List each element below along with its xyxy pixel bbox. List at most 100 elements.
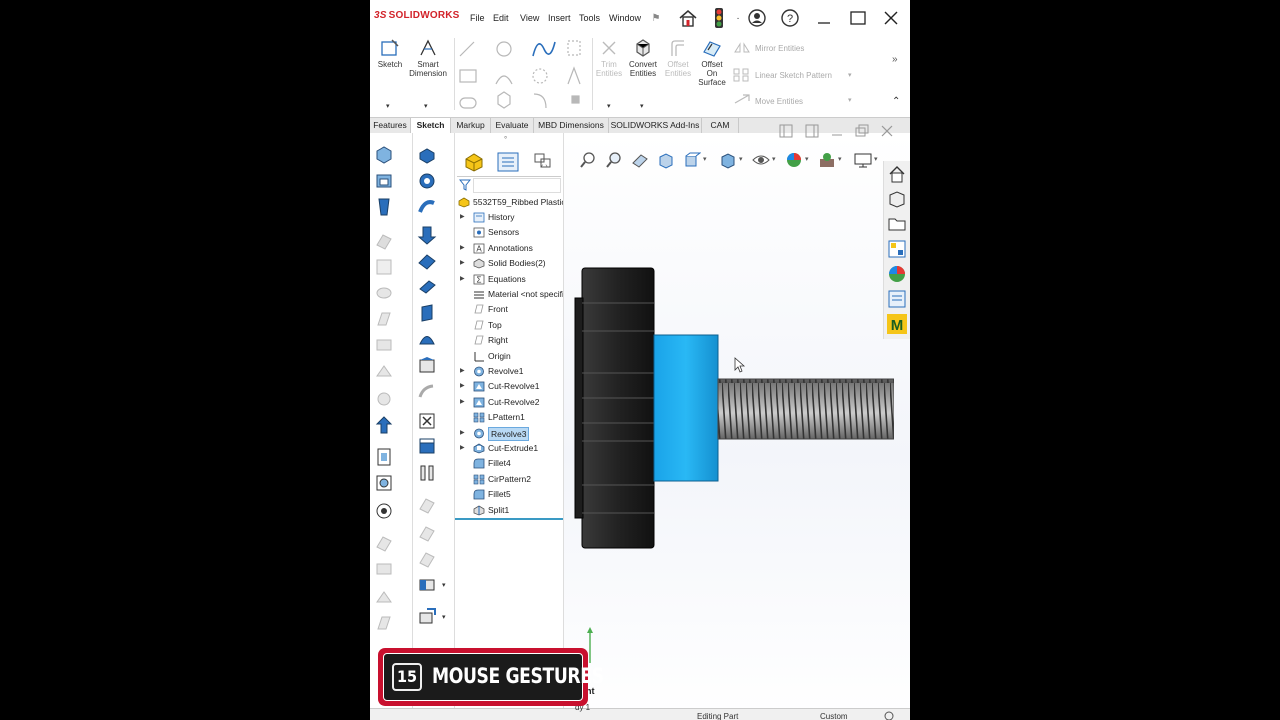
menu-edit[interactable]: Edit bbox=[493, 13, 509, 23]
mold-tools-icon[interactable] bbox=[374, 559, 394, 579]
tree-item-solid-bodies-2[interactable]: ▶ Solid Bodies(2) bbox=[455, 256, 563, 271]
tree-item-revolve3[interactable]: ▶ Revolve3 bbox=[455, 426, 563, 441]
curves-icon[interactable] bbox=[374, 447, 394, 467]
panel-handle-icon[interactable]: ° bbox=[504, 135, 507, 144]
expand-arrow-icon[interactable]: ▶ bbox=[460, 395, 465, 410]
knob-3d-model[interactable] bbox=[572, 263, 894, 553]
sweep-icon[interactable] bbox=[417, 197, 437, 217]
split-dropdown-icon[interactable]: ▾ bbox=[442, 581, 446, 589]
tab-features[interactable]: Features bbox=[370, 118, 411, 133]
tree-item-material-not-specified[interactable]: Material <not specified> bbox=[455, 287, 563, 302]
tile-left-icon[interactable] bbox=[778, 124, 794, 138]
section-view-icon[interactable] bbox=[657, 151, 675, 169]
linear-pattern-dropdown-icon[interactable]: ▾ bbox=[848, 71, 852, 79]
extrude-icon[interactable] bbox=[417, 145, 437, 165]
shell-icon[interactable] bbox=[417, 303, 437, 323]
extruded-boss-icon[interactable] bbox=[374, 145, 394, 165]
tree-root-part[interactable]: 5532T59_Ribbed Plastic bbox=[455, 195, 563, 210]
insert-dropdown-icon[interactable]: ▾ bbox=[442, 613, 446, 621]
property-manager-tab-icon[interactable] bbox=[497, 152, 519, 172]
menu-insert[interactable]: Insert bbox=[548, 13, 571, 23]
solidworks-resources-icon[interactable] bbox=[887, 164, 907, 184]
rollback-bar[interactable] bbox=[455, 518, 563, 520]
selected-hub-face[interactable] bbox=[653, 334, 719, 482]
boundary-icon[interactable] bbox=[374, 257, 394, 277]
offset-on-surface-button[interactable]: Offset On Surface bbox=[696, 38, 728, 87]
rebuild-status-icon[interactable] bbox=[883, 711, 895, 720]
tree-item-equations[interactable]: ▶ Σ Equations bbox=[455, 272, 563, 287]
revolve-icon[interactable] bbox=[417, 171, 437, 191]
tab-evaluate[interactable]: Evaluate bbox=[491, 118, 534, 133]
scale-icon[interactable] bbox=[417, 549, 437, 569]
tree-item-top[interactable]: Top bbox=[455, 318, 563, 333]
hide-show-dropdown-icon[interactable]: ▾ bbox=[772, 155, 776, 163]
expand-arrow-icon[interactable]: ▶ bbox=[460, 426, 465, 441]
pattern-gray-icon[interactable] bbox=[417, 495, 437, 515]
mirror-body-icon[interactable] bbox=[417, 463, 437, 483]
move-body-icon[interactable] bbox=[417, 523, 437, 543]
doc-close-icon[interactable] bbox=[880, 124, 894, 138]
tab-sketch[interactable]: Sketch bbox=[411, 118, 451, 133]
solidworks-logo[interactable]: 3S SOLIDWORKS bbox=[374, 10, 460, 21]
tab-cam[interactable]: CAM bbox=[702, 118, 739, 133]
feature-manager-tab-icon[interactable] bbox=[463, 151, 485, 173]
ribbon-expand-icon[interactable]: » bbox=[892, 54, 898, 65]
scene-dropdown-icon[interactable]: ▾ bbox=[838, 155, 842, 163]
pin-icon[interactable]: ⚑ bbox=[646, 8, 666, 28]
intersect-icon[interactable] bbox=[417, 383, 437, 403]
loft-icon[interactable] bbox=[374, 231, 394, 251]
revolved-boss-icon[interactable] bbox=[374, 171, 394, 191]
view-settings-dropdown-icon[interactable]: ▾ bbox=[874, 155, 878, 163]
chamfer-icon[interactable] bbox=[417, 277, 437, 297]
expand-arrow-icon[interactable]: ▶ bbox=[460, 241, 465, 256]
filter-input[interactable] bbox=[473, 178, 561, 193]
close-icon[interactable] bbox=[881, 8, 901, 28]
direct-edit-icon[interactable] bbox=[374, 613, 394, 633]
appearances-scenes-icon[interactable] bbox=[887, 264, 907, 284]
tree-item-split1[interactable]: Split1 bbox=[455, 503, 563, 518]
move-entities-button[interactable]: Move Entities bbox=[755, 97, 803, 106]
expand-arrow-icon[interactable]: ▶ bbox=[460, 364, 465, 379]
sheet-metal-icon[interactable] bbox=[374, 501, 394, 521]
delete-body-icon[interactable] bbox=[417, 411, 437, 431]
dropdown-icon[interactable]: · bbox=[728, 8, 748, 28]
view-settings-icon[interactable] bbox=[854, 151, 872, 169]
menu-view[interactable]: View bbox=[520, 13, 539, 23]
tab-solidworks-addins[interactable]: SOLIDWORKS Add-Ins bbox=[609, 118, 702, 133]
linear-pattern-button[interactable]: Linear Sketch Pattern bbox=[755, 71, 832, 80]
ribbon-collapse-icon[interactable]: ⌃ bbox=[892, 96, 900, 107]
mirror-entities-button[interactable]: Mirror Entities bbox=[755, 44, 804, 53]
apply-scene-icon[interactable] bbox=[818, 151, 836, 169]
tree-item-fillet4[interactable]: Fillet4 bbox=[455, 456, 563, 471]
tree-item-lpattern1[interactable]: LPattern1 bbox=[455, 410, 563, 425]
tree-item-fillet5[interactable]: Fillet5 bbox=[455, 487, 563, 502]
user-icon[interactable] bbox=[747, 8, 767, 28]
tree-item-annotations[interactable]: ▶ A Annotations bbox=[455, 241, 563, 256]
dome-icon[interactable] bbox=[417, 329, 437, 349]
hole-icon[interactable] bbox=[374, 335, 394, 355]
units-selector[interactable]: Custom bbox=[820, 712, 848, 720]
convert-entities-button[interactable]: Convert Entities bbox=[626, 38, 660, 78]
sketch-button[interactable]: Sketch bbox=[376, 38, 404, 69]
design-library-icon[interactable] bbox=[887, 189, 907, 209]
thicken-icon[interactable] bbox=[374, 283, 394, 303]
graphics-area[interactable]: ▾ ▾ ▾ ▾ ▾ ▾ M ht bbox=[564, 124, 910, 720]
sketch-dropdown-icon[interactable]: ▾ bbox=[386, 102, 390, 110]
combine-icon[interactable] bbox=[417, 437, 437, 457]
tab-mbd-dimensions[interactable]: MBD Dimensions bbox=[534, 118, 609, 133]
file-explorer-icon[interactable] bbox=[887, 214, 907, 234]
menu-file[interactable]: File bbox=[470, 13, 485, 23]
traffic-light-icon[interactable] bbox=[709, 8, 729, 28]
trim-dropdown-icon[interactable]: ▾ bbox=[607, 102, 611, 110]
view-orientation-dropdown-icon[interactable]: ▾ bbox=[703, 155, 707, 163]
mcmaster-icon[interactable]: M bbox=[887, 314, 907, 334]
expand-arrow-icon[interactable]: ▶ bbox=[460, 256, 465, 271]
zoom-to-area-icon[interactable] bbox=[605, 151, 623, 169]
tree-item-front[interactable]: Front bbox=[455, 302, 563, 317]
sketch-tools-grid[interactable] bbox=[458, 38, 586, 110]
tree-item-cut-revolve2[interactable]: ▶ Cut-Revolve2 bbox=[455, 395, 563, 410]
hide-show-items-icon[interactable] bbox=[752, 151, 770, 169]
tree-item-right[interactable]: Right bbox=[455, 333, 563, 348]
instant3d-icon[interactable] bbox=[374, 473, 394, 493]
tree-item-sensors[interactable]: Sensors bbox=[455, 225, 563, 240]
